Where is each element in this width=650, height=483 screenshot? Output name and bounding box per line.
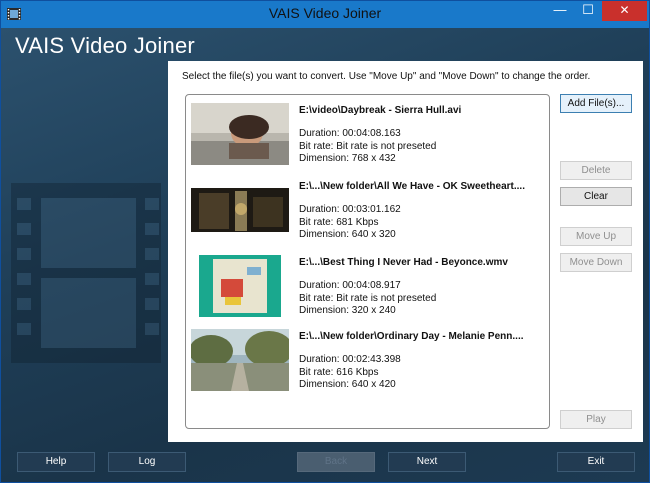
close-button[interactable]: ✕ xyxy=(602,1,647,21)
file-duration: Duration: 00:04:08.917 xyxy=(299,280,401,291)
maximize-button[interactable]: ☐ xyxy=(574,1,602,21)
log-button[interactable]: Log xyxy=(108,452,186,472)
file-bitrate: Bit rate: 616 Kbps xyxy=(299,366,379,378)
play-button[interactable]: Play xyxy=(560,410,632,429)
file-dimension: Dimension: 640 x 420 xyxy=(299,379,396,390)
file-bitrate: Bit rate: 681 Kbps xyxy=(299,216,379,228)
video-thumbnail xyxy=(191,329,289,391)
file-bitrate: Bit rate: Bit rate is not preseted xyxy=(299,140,437,152)
minimize-button[interactable]: — xyxy=(546,1,574,21)
file-bitrate: Bit rate: Bit rate is not preseted xyxy=(299,292,437,304)
file-name: E:\...\New folder\All We Have - OK Sweet… xyxy=(299,181,525,192)
video-thumbnail xyxy=(191,179,289,241)
file-list-item[interactable]: E:\...\New folder\All We Have - OK Sweet… xyxy=(186,173,549,247)
title-bar[interactable]: VAIS Video Joiner — ☐ ✕ xyxy=(1,1,649,28)
add-files-button[interactable]: Add File(s)... xyxy=(560,94,632,113)
video-thumbnail xyxy=(191,103,289,165)
file-name: E:\...\Best Thing I Never Had - Beyonce.… xyxy=(299,257,508,268)
file-dimension: Dimension: 320 x 240 xyxy=(299,305,396,316)
film-strip-decoration-icon xyxy=(11,183,161,363)
file-name: E:\...\New folder\Ordinary Day - Melanie… xyxy=(299,331,524,342)
next-button[interactable]: Next xyxy=(388,452,466,472)
file-duration: Duration: 00:02:43.398 xyxy=(299,354,401,365)
file-duration: Duration: 00:03:01.162 xyxy=(299,204,401,215)
file-dimension: Dimension: 640 x 320 xyxy=(299,229,396,240)
file-list-item[interactable]: E:\...\New folder\Ordinary Day - Melanie… xyxy=(186,323,549,397)
app-heading: VAIS Video Joiner xyxy=(15,33,195,58)
video-thumbnail xyxy=(191,255,289,317)
move-down-button[interactable]: Move Down xyxy=(560,253,632,272)
file-list-item[interactable]: E:\...\Best Thing I Never Had - Beyonce.… xyxy=(186,249,549,323)
back-button[interactable]: Back xyxy=(297,452,375,472)
instruction-text: Select the file(s) you want to convert. … xyxy=(182,71,591,82)
file-dimension: Dimension: 768 x 432 xyxy=(299,153,396,164)
clear-button[interactable]: Clear xyxy=(560,187,632,206)
file-name: E:\video\Daybreak - Sierra Hull.avi xyxy=(299,105,462,116)
main-panel: Select the file(s) you want to convert. … xyxy=(168,61,643,442)
file-list[interactable]: E:\video\Daybreak - Sierra Hull.avi Dura… xyxy=(185,94,550,429)
app-window: VAIS Video Joiner — ☐ ✕ VAIS Video Joine… xyxy=(0,0,650,483)
file-duration: Duration: 00:04:08.163 xyxy=(299,128,401,139)
file-list-item[interactable]: E:\video\Daybreak - Sierra Hull.avi Dura… xyxy=(186,97,549,171)
move-up-button[interactable]: Move Up xyxy=(560,227,632,246)
exit-button[interactable]: Exit xyxy=(557,452,635,472)
help-button[interactable]: Help xyxy=(17,452,95,472)
delete-button[interactable]: Delete xyxy=(560,161,632,180)
